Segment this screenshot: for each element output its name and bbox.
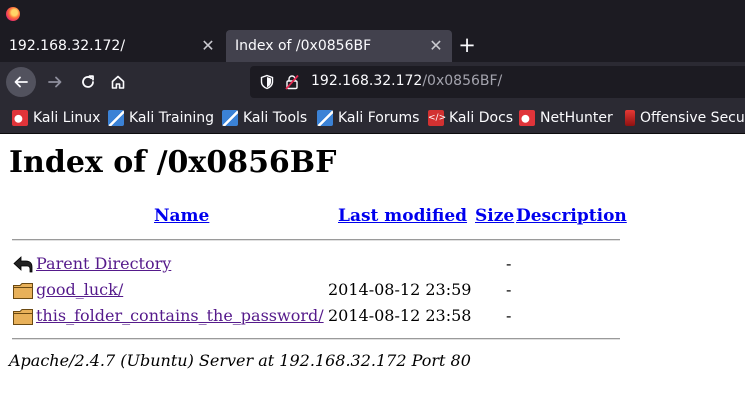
bookmark-label: Kali Training [129, 110, 214, 126]
bookmark-offensive-security[interactable]: Offensive Security [625, 109, 745, 127]
folder-link-password[interactable]: this_folder_contains_the_password/ [36, 306, 324, 325]
kali-docs-icon: </> [428, 110, 446, 126]
bookmark-kali-training[interactable]: Kali Training [108, 109, 214, 127]
kali-training-icon [108, 110, 124, 126]
table-row: good_luck/ 2014-08-12 23:59 - [12, 278, 632, 302]
bookmark-kali-tools[interactable]: Kali Tools [222, 109, 307, 127]
url-path: /0x0856BF/ [422, 73, 503, 89]
url-text[interactable]: 192.168.32.172/0x0856BF/ [311, 73, 502, 89]
bookmark-label: Kali Tools [243, 110, 308, 126]
column-description-link[interactable]: Description [516, 206, 627, 226]
table-row: Parent Directory - [12, 252, 632, 276]
page-content: Index of /0x0856BF Name Last modified Si… [0, 135, 745, 414]
footer-divider [12, 338, 620, 340]
folder-link-good-luck[interactable]: good_luck/ [36, 280, 123, 299]
forward-button[interactable] [40, 67, 70, 97]
server-signature: Apache/2.4.7 (Ubuntu) Server at 192.168.… [9, 351, 471, 370]
new-tab-button[interactable]: + [457, 35, 477, 56]
home-icon [111, 75, 125, 89]
nethunter-icon [519, 110, 535, 126]
tab-title: 192.168.32.172/ [9, 38, 126, 54]
bookmark-kali-linux[interactable]: Kali Linux [12, 109, 100, 127]
parent-directory-link[interactable]: Parent Directory [36, 254, 171, 273]
bookmarks-toolbar: Kali Linux Kali Training Kali Tools Kali… [0, 102, 745, 134]
bookmark-kali-docs[interactable]: </> Kali Docs [428, 109, 513, 127]
kali-forums-icon [317, 110, 333, 126]
back-button[interactable] [6, 67, 36, 97]
back-arrow-icon [14, 76, 28, 88]
tracking-shield-icon[interactable] [259, 74, 275, 90]
row-date: 2014-08-12 23:59 [328, 280, 472, 299]
kali-tools-icon [222, 110, 238, 126]
folder-icon [13, 309, 33, 325]
navigation-toolbar: 192.168.32.172/0x0856BF/ [0, 62, 745, 102]
reload-button[interactable] [73, 67, 103, 97]
table-row: this_folder_contains_the_password/ 2014-… [12, 304, 632, 328]
close-tab-icon[interactable]: ✕ [428, 38, 444, 54]
bookmark-kali-forums[interactable]: Kali Forums [317, 109, 419, 127]
folder-icon [13, 283, 33, 299]
column-last-modified-link[interactable]: Last modified [338, 206, 467, 226]
insecure-lock-icon[interactable] [284, 74, 300, 90]
bookmark-label: Offensive Security [640, 110, 745, 126]
column-name-link[interactable]: Name [154, 206, 209, 226]
bookmark-label: Kali Linux [33, 110, 101, 126]
bookmark-label: Kali Docs [449, 110, 514, 126]
reload-icon [82, 75, 94, 88]
page-title: Index of /0x0856BF [9, 145, 337, 180]
close-tab-icon[interactable]: ✕ [200, 38, 216, 54]
offsec-icon [625, 110, 635, 126]
bookmark-label: Kali Forums [338, 110, 420, 126]
tab-title: Index of /0x0856BF [235, 38, 372, 54]
row-date: 2014-08-12 23:58 [328, 306, 472, 325]
back-arrow-icon [13, 256, 33, 273]
kali-dragon-icon [12, 110, 28, 126]
bookmark-label: NetHunter [540, 110, 613, 126]
url-bar[interactable]: 192.168.32.172/0x0856BF/ [250, 66, 745, 98]
tab-home[interactable]: 192.168.32.172/ ✕ [0, 30, 224, 62]
window-title-bar [0, 0, 745, 30]
tab-strip: 192.168.32.172/ ✕ Index of /0x0856BF ✕ + [0, 30, 745, 62]
row-size: - [506, 280, 512, 299]
bookmark-nethunter[interactable]: NetHunter [519, 109, 613, 127]
row-size: - [506, 306, 512, 325]
home-button[interactable] [103, 67, 133, 97]
column-size-link[interactable]: Size [475, 206, 514, 226]
header-divider [12, 239, 620, 241]
forward-arrow-icon [48, 76, 62, 88]
firefox-logo-icon [6, 7, 20, 21]
url-host: 192.168.32.172 [311, 73, 423, 89]
tab-index-active[interactable]: Index of /0x0856BF ✕ [226, 30, 452, 62]
row-size: - [506, 254, 512, 273]
